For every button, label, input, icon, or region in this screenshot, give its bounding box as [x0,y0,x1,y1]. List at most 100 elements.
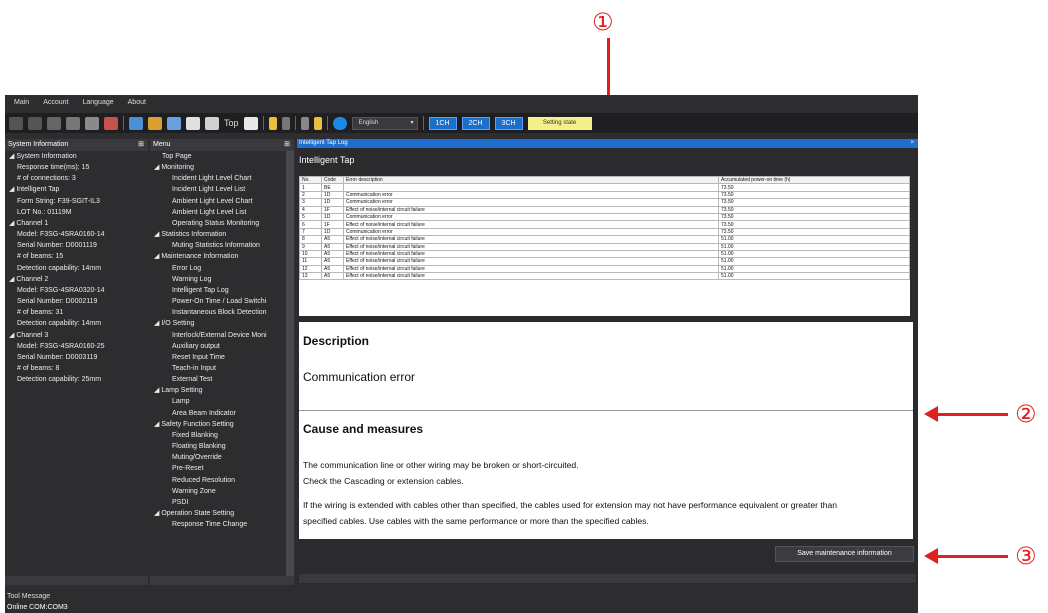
menu-item[interactable]: Reset Input Time [150,352,294,363]
table-row[interactable]: 7 1D Communication error 73.50 [299,227,910,237]
table-row[interactable]: 1 BE 73.50 [299,183,910,192]
menu-item[interactable]: Ambient Light Level Chart [150,196,294,207]
table-cell: Communication error [343,212,719,222]
menu-item[interactable]: Error Log [150,263,294,274]
table-row[interactable]: 8 A5 Effect of noise/internal circuit fail… [299,235,910,244]
menu-item[interactable]: Warning Log [150,274,294,285]
menu-item[interactable]: Auxiliary output [150,341,294,352]
menu-item[interactable]: Intelligent Tap Log [150,285,294,296]
table-row[interactable]: 3 1D Communication error 73.50 [299,198,910,207]
menu-main[interactable]: Main [14,95,29,110]
menu-item[interactable]: Area Beam Indicator [150,408,294,419]
key-icon[interactable] [268,116,277,130]
menu-item[interactable]: Pre-Reset [150,463,294,474]
system-info-row: ◢ System Information [9,153,77,160]
table-row[interactable]: 9 A5 Effect of noise/internal circuit fail… [299,242,910,251]
key-gray-icon[interactable] [300,116,309,130]
column-header[interactable]: Accumulated power-on time (h) [718,176,910,185]
info-icon[interactable] [332,116,347,130]
horizontal-scrollbar[interactable] [5,576,148,585]
chart-icon[interactable] [129,116,143,130]
table-body: 1 BE 73.50 2 1D Communication error 73.50 3 1D Co… [299,183,910,281]
menu-item[interactable]: ◢ Safety Function Setting [150,419,294,430]
pin-icon[interactable]: ⊞ [284,139,290,151]
table-row[interactable]: 6 1F Effect of noise/internal circuit fail… [299,220,910,229]
menu-item[interactable]: ◢ I/O Setting [150,318,294,329]
vertical-scrollbar[interactable] [286,151,294,576]
pin-icon[interactable]: ⊞ [138,139,144,151]
menu-item[interactable]: PSDI [150,497,294,508]
log-table[interactable]: No. Code Error description Accumulated powe… [299,176,910,316]
menu-item[interactable]: Warning Zone [150,486,294,497]
horizontal-scrollbar[interactable] [299,574,916,583]
table-cell [343,183,719,192]
key-yellow-icon[interactable] [313,116,322,130]
column-header[interactable]: Code [321,176,344,185]
menu-item[interactable]: External Test [150,374,294,385]
menu-item[interactable]: Incident Light Level List [150,184,294,195]
person-icon[interactable] [205,116,219,130]
connect-icon[interactable] [66,116,80,130]
menu-item[interactable]: Ambient Light Level List [150,207,294,218]
save-icon[interactable] [28,116,42,130]
table-cell: Effect of noise/internal circuit failure [343,220,719,229]
menu-item[interactable]: ◢ Lamp Setting [150,385,294,396]
channel-2-button[interactable]: 2CH [461,116,490,130]
menu-item[interactable]: ◢ Operation State Setting [150,508,294,519]
menu-account[interactable]: Account [43,95,68,110]
channel-1-button[interactable]: 1CH [428,116,457,130]
table-row[interactable]: 13 A5 Effect of noise/internal circuit fai… [299,272,910,281]
table-cell: A5 [321,272,344,281]
menu-item[interactable]: Top Page [150,151,294,162]
column-header[interactable]: No. [299,176,322,185]
table-row[interactable]: 12 A5 Effect of noise/internal circuit fai… [299,264,910,274]
log-heading: Intelligent Tap [299,155,355,165]
horizontal-scrollbar[interactable] [150,576,294,585]
menu-item[interactable]: Muting/Override [150,452,294,463]
system-info-row: ◢ Channel 3 [9,331,49,339]
intelligent-tap-log-panel: Intelligent Tap Log × Intelligent Tap No.… [297,139,918,585]
disconnect-icon[interactable] [47,116,61,130]
close-icon[interactable]: × [910,139,914,148]
menu-item[interactable]: Lamp [150,396,294,407]
lock-icon[interactable] [281,116,290,130]
channel-3-button[interactable]: 3CH [494,116,523,130]
table-row[interactable]: 2 1D Communication error 73.50 [299,190,910,200]
menu-item[interactable]: Floating Blanking [150,441,294,452]
menu-item[interactable]: Muting Statistics Information [150,240,294,251]
doc-icon[interactable] [9,116,23,130]
top-button[interactable]: Top [224,118,239,128]
table-cell: 51.00 [718,235,910,244]
menu-item[interactable]: Instantaneous Block Detection [150,307,294,318]
menu-about[interactable]: About [128,95,146,110]
column-header[interactable]: Error description [343,176,719,185]
table-row[interactable]: 4 1F Effect of noise/internal circuit fail… [299,205,910,214]
menu-item[interactable]: Response Time Change [150,519,294,530]
menu-item[interactable]: Reduced Resolution [150,475,294,486]
window-icon[interactable] [243,116,258,130]
language-select[interactable]: English ▾ [351,116,418,130]
alert-icon[interactable] [104,116,118,130]
menu-item[interactable]: Operating Status Monitoring [150,218,294,229]
menu-item[interactable]: ◢ Maintenance Information [150,251,294,262]
list-icon[interactable] [167,116,181,130]
menu-item[interactable]: ◢ Monitoring [150,162,294,173]
table-icon[interactable] [186,116,200,130]
panel-title: Intelligent Tap Log × [297,139,918,148]
device-icon[interactable] [85,116,99,130]
menu-item[interactable]: Teach-in Input [150,363,294,374]
save-maintenance-button[interactable]: Save maintenance information [775,546,914,562]
menu-item[interactable]: Incident Light Level Chart [150,173,294,184]
menu-item[interactable]: ◢ Statistics Information [150,229,294,240]
menu-item[interactable]: Interlock/External Device Moni [150,330,294,341]
menu-item[interactable]: Fixed Blanking [150,430,294,441]
table-row[interactable]: 5 1D Communication error 73.50 [299,212,910,222]
menu-language[interactable]: Language [82,95,113,110]
table-header-row: No. Code Error description Accumulated powe… [299,176,910,185]
table-row[interactable]: 11 A5 Effect of noise/internal circuit fai… [299,257,910,266]
report-icon[interactable] [148,116,162,130]
table-cell: 9 [299,242,322,251]
tool-message-bar: Tool Message [7,593,51,600]
table-row[interactable]: 10 A5 Effect of noise/internal circuit fai… [299,249,910,259]
menu-item[interactable]: Power-On Time / Load Switchi [150,296,294,307]
